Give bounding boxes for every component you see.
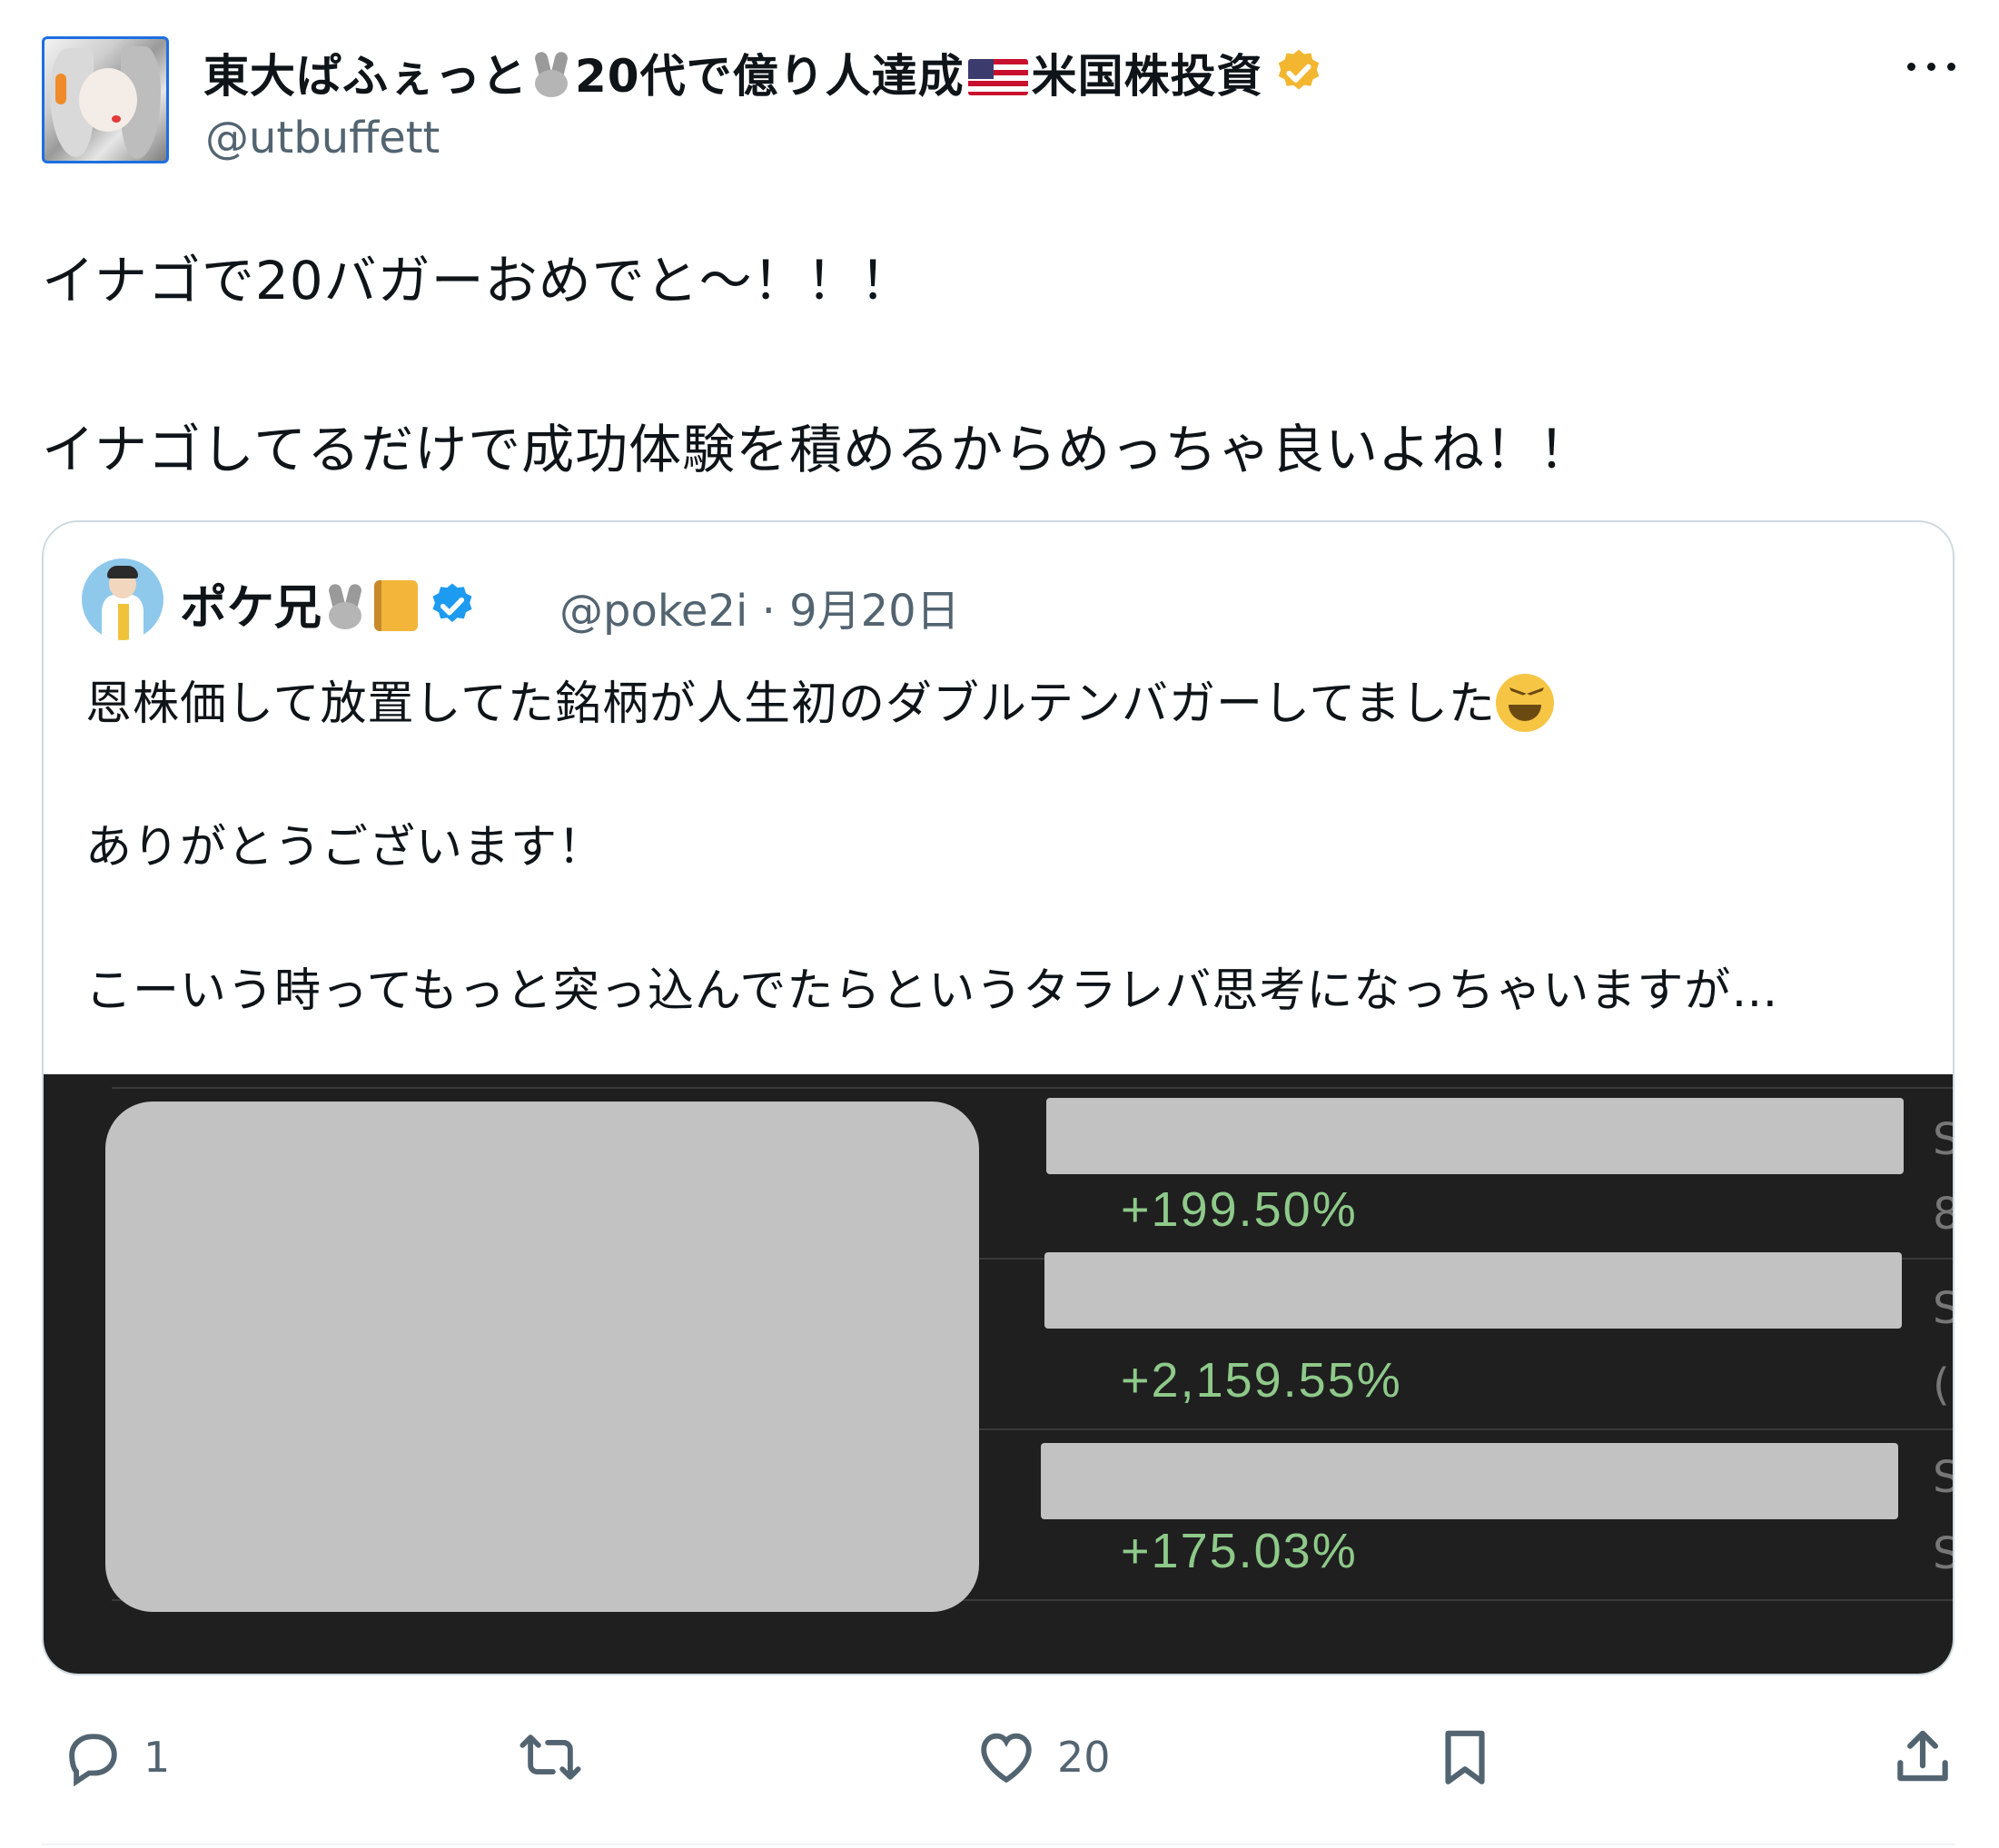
quote-text-line2: ありがとうございます！: [85, 821, 606, 875]
quote-text-line1: 恩株価して放置してた銘柄が人生初のダブルテンバガーしてました: [85, 666, 1554, 733]
like-icon: [981, 1733, 1032, 1784]
quote-attached-image[interactable]: +199.50% +2,159.55% +175.03% S 8 S ( S S: [44, 1074, 1953, 1674]
reply-button[interactable]: 1: [56, 1725, 170, 1789]
stock-change-1: +199.50%: [1121, 1182, 1358, 1237]
cropped-edge-glyph: S: [1933, 1452, 1953, 1507]
reply-count: 1: [143, 1733, 171, 1782]
rabbit-emoji-icon: [528, 50, 575, 99]
more-icon[interactable]: [1907, 53, 1962, 80]
verified-badge-icon[interactable]: [427, 580, 478, 643]
redacted-stock-name-bar: [1041, 1443, 1898, 1519]
repost-button[interactable]: [510, 1725, 590, 1789]
like-button[interactable]: 20: [972, 1725, 1111, 1789]
cropped-edge-glyph: 8: [1933, 1189, 1953, 1243]
like-count: 20: [1057, 1733, 1111, 1782]
quoted-post-card[interactable]: ポケ兄 @poke2i · 9月20日 恩株価して放置してた銘柄が人生初のダブル…: [42, 520, 1954, 1675]
quote-text-line3: こーいう時ってもっと突っ込んでたらというタラレバ思考になっちゃいますが…: [85, 964, 1779, 1018]
quote-display-name-text: ポケ兄: [180, 581, 322, 636]
post-text-line2: イナゴしてるだけで成功体験を積めるからめっちゃ良いよね！！: [42, 419, 1592, 480]
quote-author-avatar[interactable]: [82, 558, 163, 640]
bookmark-button[interactable]: [1431, 1725, 1499, 1789]
display-name-part2: 20代で億り人達成: [575, 50, 965, 103]
quote-handle-and-date[interactable]: @poke2i · 9月20日: [559, 575, 960, 638]
redacted-stock-name-bar: [1044, 1252, 1902, 1329]
verified-badge-icon[interactable]: [1272, 46, 1325, 110]
stock-change-3: +175.03%: [1121, 1524, 1358, 1578]
share-button[interactable]: [1889, 1725, 1956, 1789]
us-flag-emoji-icon: [967, 59, 1028, 95]
cropped-edge-glyph: S: [1933, 1114, 1953, 1169]
redacted-image-area: [105, 1102, 979, 1612]
reply-icon: [69, 1734, 117, 1787]
cropped-edge-glyph: S: [1933, 1283, 1953, 1338]
bookmark-icon: [1445, 1730, 1485, 1784]
author-avatar[interactable]: [42, 36, 169, 163]
rabbit-emoji-icon: [322, 582, 369, 631]
post-text-line1: イナゴで20バガーおめでと〜！！！: [42, 250, 914, 311]
cropped-edge-glyph: S: [1933, 1528, 1953, 1583]
quote-author-display-name[interactable]: ポケ兄: [180, 569, 478, 643]
author-handle[interactable]: @utbuffett: [205, 113, 440, 163]
notebook-emoji-icon: [374, 580, 419, 631]
display-name-part3: 米国株投資: [1031, 50, 1263, 103]
stock-change-2: +2,159.55%: [1121, 1353, 1402, 1408]
author-display-name[interactable]: 東大ぱふぇっと 20代で億り人達成 米国株投資: [203, 40, 1325, 110]
laughing-emoji-icon: [1495, 674, 1554, 732]
repost-icon: [520, 1734, 581, 1780]
share-icon: [1897, 1730, 1948, 1782]
divider: [42, 1843, 1954, 1845]
quote-text-line1-text: 恩株価して放置してた銘柄が人生初のダブルテンバガーしてました: [85, 677, 1496, 731]
redacted-stock-name-bar: [1046, 1098, 1904, 1174]
display-name-part1: 東大ぱふぇっと: [203, 50, 528, 103]
cropped-edge-glyph: (: [1933, 1359, 1950, 1410]
